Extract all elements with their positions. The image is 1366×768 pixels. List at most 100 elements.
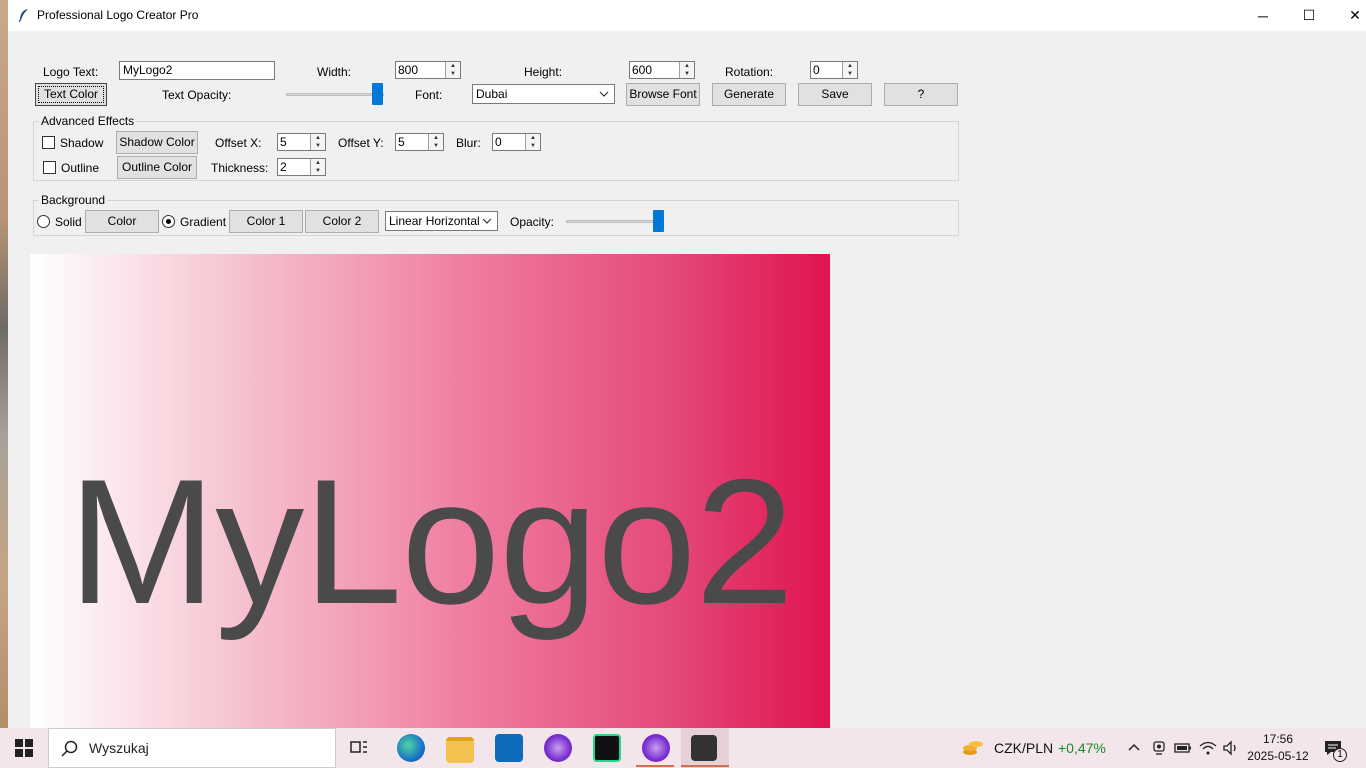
text-opacity-slider[interactable] <box>286 93 384 96</box>
shadow-label: Shadow <box>60 136 104 150</box>
search-icon <box>61 740 78 757</box>
background-opacity-slider-thumb[interactable] <box>653 210 664 232</box>
edge-browser-icon[interactable] <box>397 734 425 762</box>
browse-font-button[interactable]: Browse Font <box>626 83 700 106</box>
blur-spin-arrows[interactable]: ▲ ▼ <box>525 134 540 150</box>
tor-browser-icon-2[interactable] <box>642 734 670 762</box>
maximize-icon: ☐ <box>1302 7 1316 23</box>
maximize-button[interactable]: ☐ <box>1286 0 1332 31</box>
blur-spinbox[interactable]: 0 ▲ ▼ <box>492 133 541 151</box>
spin-up-icon[interactable]: ▲ <box>526 134 540 142</box>
spin-down-icon[interactable]: ▼ <box>311 142 325 150</box>
minimize-icon: ─ <box>1258 7 1268 24</box>
spin-down-icon[interactable]: ▼ <box>680 70 694 78</box>
minimize-button[interactable]: ─ <box>1240 0 1286 31</box>
blur-label: Blur: <box>456 136 481 150</box>
offset-x-value: 5 <box>280 135 287 149</box>
spin-up-icon[interactable]: ▲ <box>429 134 443 142</box>
close-button[interactable]: ✕ <box>1332 0 1366 31</box>
offset-x-label: Offset X: <box>215 136 262 150</box>
spin-down-icon[interactable]: ▼ <box>843 70 857 78</box>
spin-up-icon[interactable]: ▲ <box>311 159 325 167</box>
font-select[interactable]: Dubai <box>472 84 615 104</box>
gradient-type-select[interactable]: Linear Horizontal <box>385 211 498 231</box>
rotation-spinbox[interactable]: 0 ▲ ▼ <box>810 61 858 79</box>
background-opacity-slider[interactable] <box>566 220 664 223</box>
advanced-effects-title: Advanced Effects <box>39 114 137 128</box>
background-title: Background <box>39 193 108 207</box>
battery-icon[interactable] <box>1174 741 1192 755</box>
text-color-button[interactable]: Text Color <box>35 83 107 106</box>
feather-icon <box>18 9 28 22</box>
width-spinbox[interactable]: 800 ▲ ▼ <box>395 61 461 79</box>
chevron-up-icon[interactable] <box>1127 742 1141 752</box>
tor-browser-icon[interactable] <box>544 734 572 762</box>
task-view-icon[interactable] <box>349 738 369 758</box>
shadow-checkbox[interactable] <box>42 136 55 149</box>
volume-icon[interactable] <box>1222 740 1240 756</box>
active-app-underline <box>681 765 729 767</box>
outline-color-button[interactable]: Outline Color <box>117 156 197 179</box>
start-button[interactable] <box>0 728 48 768</box>
shadow-color-button[interactable]: Shadow Color <box>116 131 198 154</box>
thickness-spin-arrows[interactable]: ▲ ▼ <box>310 159 325 175</box>
window-title: Professional Logo Creator Pro <box>37 8 199 22</box>
outline-checkbox[interactable] <box>43 161 56 174</box>
thickness-label: Thickness: <box>211 161 269 175</box>
spin-down-icon[interactable]: ▼ <box>429 142 443 150</box>
offset-y-spin-arrows[interactable]: ▲ ▼ <box>428 134 443 150</box>
gradient-radio[interactable] <box>162 215 175 228</box>
outline-label: Outline <box>61 161 100 175</box>
height-spinbox[interactable]: 600 ▲ ▼ <box>629 61 695 79</box>
offset-x-spin-arrows[interactable]: ▲ ▼ <box>310 134 325 150</box>
outlook-icon[interactable] <box>495 734 523 762</box>
close-icon: ✕ <box>1349 7 1361 23</box>
spin-up-icon[interactable]: ▲ <box>680 62 694 70</box>
logo-preview-text: MyLogo2 <box>68 442 794 641</box>
gradient-label: Gradient <box>180 215 227 229</box>
title-bar[interactable]: Professional Logo Creator Pro ─ ☐ ✕ <box>8 0 1366 31</box>
rotation-spin-arrows[interactable]: ▲ ▼ <box>842 62 857 78</box>
spin-up-icon[interactable]: ▲ <box>311 134 325 142</box>
generate-button[interactable]: Generate <box>712 83 786 106</box>
text-opacity-label: Text Opacity: <box>162 88 232 102</box>
height-spin-arrows[interactable]: ▲ ▼ <box>679 62 694 78</box>
color-1-button[interactable]: Color 1 <box>229 210 303 233</box>
coins-icon[interactable] <box>962 738 984 758</box>
offset-y-value: 5 <box>398 135 405 149</box>
notification-badge: 1 <box>1333 748 1347 762</box>
active-app-highlight[interactable] <box>681 728 729 768</box>
offset-y-spinbox[interactable]: 5 ▲ ▼ <box>395 133 444 151</box>
clock-date[interactable]: 2025-05-12 <box>1246 749 1310 763</box>
currency-pair[interactable]: CZK/PLN <box>994 740 1053 756</box>
offset-x-spinbox[interactable]: 5 ▲ ▼ <box>277 133 326 151</box>
gradient-type-value: Linear Horizontal <box>389 214 480 228</box>
taskbar-search[interactable]: Wyszukaj <box>48 728 336 768</box>
clock-time[interactable]: 17:56 <box>1246 732 1310 746</box>
spin-up-icon[interactable]: ▲ <box>446 62 460 70</box>
width-label: Width: <box>317 65 352 79</box>
spin-down-icon[interactable]: ▼ <box>446 70 460 78</box>
logo-preview-canvas: MyLogo2 <box>30 254 830 728</box>
width-spin-arrows[interactable]: ▲ ▼ <box>445 62 460 78</box>
logo-text-input[interactable]: MyLogo2 <box>119 61 275 80</box>
chevron-down-icon <box>599 91 609 97</box>
webcam-icon[interactable] <box>1151 740 1167 756</box>
wifi-icon[interactable] <box>1199 740 1217 756</box>
save-button[interactable]: Save <box>798 83 872 106</box>
solid-radio[interactable] <box>37 215 50 228</box>
thickness-spinbox[interactable]: 2 ▲ ▼ <box>277 158 326 176</box>
logo-creator-app-icon <box>691 735 717 761</box>
spin-down-icon[interactable]: ▼ <box>526 142 540 150</box>
pycharm-icon[interactable] <box>593 734 621 762</box>
spin-down-icon[interactable]: ▼ <box>311 167 325 175</box>
windows-icon <box>15 739 33 757</box>
text-opacity-slider-thumb[interactable] <box>372 83 383 105</box>
taskbar: Wyszukaj CZK/PLN +0,47% 17:56 2025-05-12… <box>0 728 1366 768</box>
help-button[interactable]: ? <box>884 83 958 106</box>
spin-up-icon[interactable]: ▲ <box>843 62 857 70</box>
file-explorer-icon[interactable] <box>446 737 474 763</box>
color-2-button[interactable]: Color 2 <box>305 210 379 233</box>
active-app-indicator <box>636 765 674 767</box>
background-color-button[interactable]: Color <box>85 210 159 233</box>
